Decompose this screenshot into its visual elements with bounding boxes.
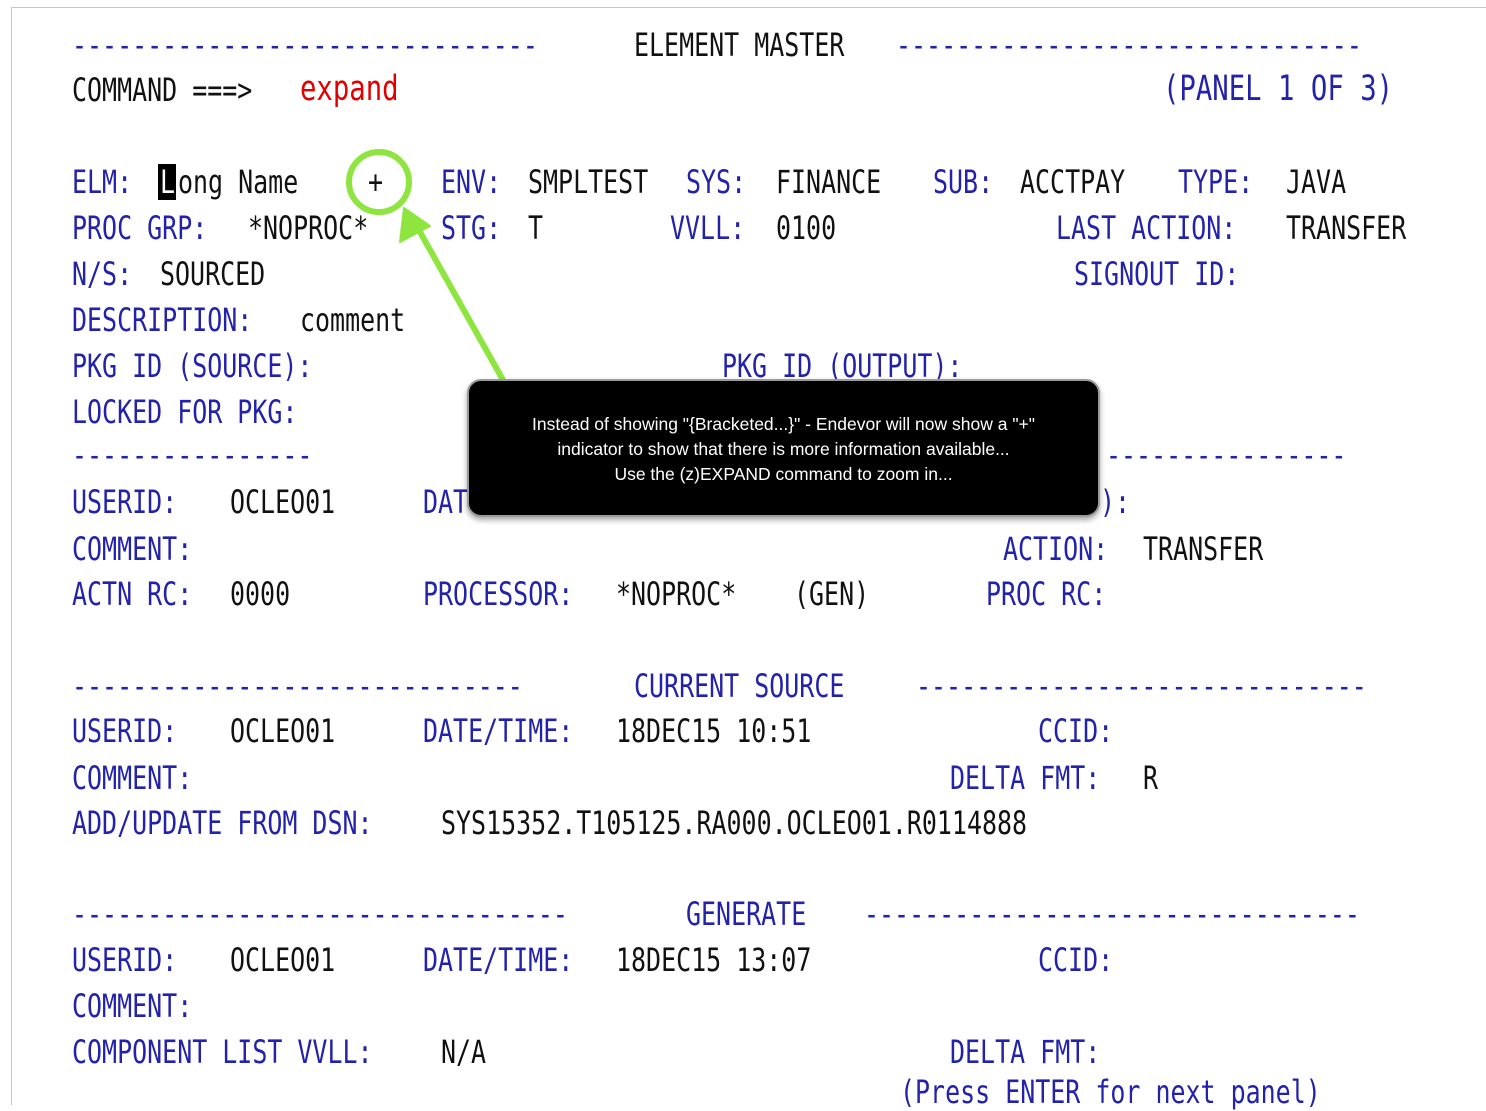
highlight-circle <box>346 149 412 215</box>
annotation-overlay <box>346 149 506 383</box>
callout-line-3: Use the (z)EXPAND command to zoom in... <box>614 464 953 484</box>
annotation-arrow-shaft <box>417 229 506 383</box>
callout-line-2: indicator to show that there is more inf… <box>557 439 1010 459</box>
callout-line-1: Instead of showing "{Bracketed...}" - En… <box>532 414 1035 434</box>
tooltip-callout: Instead of showing "{Bracketed...}" - En… <box>467 379 1100 517</box>
